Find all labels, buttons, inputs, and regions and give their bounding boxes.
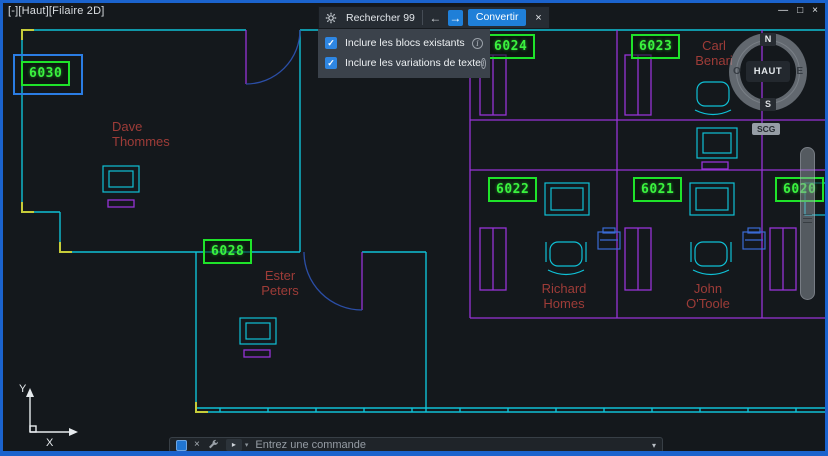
- walls-cyan: [21, 29, 828, 413]
- command-expand-chevron[interactable]: ▾: [652, 441, 656, 450]
- printer-icons: [597, 227, 766, 250]
- window-controls: — □ ×: [778, 4, 818, 18]
- settings-gear-icon[interactable]: [323, 10, 339, 26]
- view-compass: N O E S HAUT: [729, 33, 807, 111]
- occupant-name: Richard Homes: [541, 281, 587, 311]
- command-prompt-icon[interactable]: ▸: [225, 439, 242, 451]
- option-row: ✓ Inclure les blocs existants i: [325, 33, 483, 53]
- search-field[interactable]: Rechercher 99: [344, 12, 417, 24]
- ucs-x-label: X: [46, 437, 54, 449]
- close-window-button[interactable]: ×: [812, 4, 818, 18]
- room-number-tag[interactable]: 6028: [203, 239, 253, 264]
- compass-north[interactable]: N: [760, 33, 776, 46]
- minimize-button[interactable]: —: [778, 4, 788, 18]
- convert-button[interactable]: Convertir: [467, 9, 527, 26]
- room-number-tag[interactable]: 6023: [631, 34, 681, 59]
- toolbar-divider: [421, 10, 423, 25]
- find-options-panel: ✓ Inclure les blocs existants i ✓ Inclur…: [318, 29, 490, 78]
- wrench-icon[interactable]: [207, 439, 219, 451]
- command-close-icon[interactable]: ×: [194, 439, 200, 451]
- compass-west[interactable]: O: [733, 65, 741, 78]
- compass-east[interactable]: E: [796, 65, 803, 78]
- maximize-button[interactable]: □: [797, 4, 803, 18]
- command-dropdown-caret[interactable]: ▾: [245, 441, 249, 449]
- compass-top-view-button[interactable]: HAUT: [746, 61, 790, 82]
- compass-south[interactable]: S: [760, 98, 776, 111]
- checkbox-include-text-variations[interactable]: ✓: [325, 57, 337, 69]
- previous-match-button[interactable]: ←: [428, 10, 443, 26]
- find-toolbar: Rechercher 99 ← → Convertir ×: [318, 6, 551, 29]
- command-input[interactable]: Entrez une commande: [255, 439, 366, 451]
- info-icon[interactable]: i: [481, 57, 486, 69]
- command-line-bar: × ▸ ▾ Entrez une commande ▾: [169, 437, 663, 453]
- viewport-controls-label[interactable]: [-][Haut][Filaire 2D]: [8, 5, 105, 17]
- room-number-tag[interactable]: 6021: [633, 177, 683, 202]
- ucs-chip[interactable]: SCG: [752, 123, 781, 135]
- navigation-bar[interactable]: [800, 147, 815, 300]
- close-toolbar-button[interactable]: ×: [531, 12, 545, 24]
- command-drag-grip[interactable]: [176, 439, 187, 451]
- room-number-tag[interactable]: 6024: [486, 34, 536, 59]
- room-number-tag[interactable]: 6030: [21, 61, 71, 86]
- occupant-name: John O'Toole: [686, 281, 730, 311]
- room-number-tag[interactable]: 6022: [488, 177, 538, 202]
- ucs-icon: Y X: [19, 383, 78, 449]
- occupant-name: Ester Peters: [261, 268, 299, 298]
- next-match-button[interactable]: →: [447, 9, 463, 26]
- occupant-name: Dave Thommes: [112, 119, 170, 149]
- info-icon[interactable]: i: [472, 37, 483, 49]
- ucs-y-label: Y: [19, 383, 27, 395]
- checkbox-include-blocks[interactable]: ✓: [325, 37, 337, 49]
- option-row: ✓ Inclure les variations de texte i: [325, 53, 486, 73]
